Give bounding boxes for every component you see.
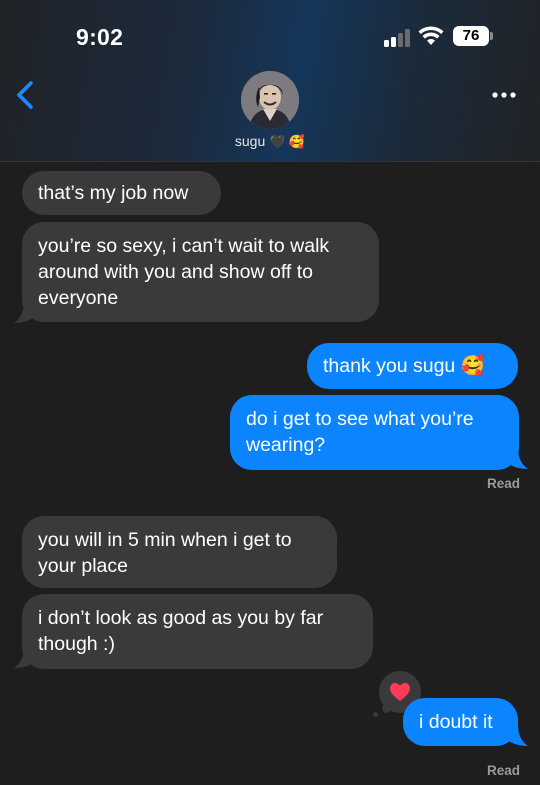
battery-cap	[490, 32, 493, 40]
avatar-photo-icon	[241, 71, 299, 129]
read-receipt: Read	[487, 476, 521, 491]
message-text: i don’t look as good as you by far thoug…	[38, 607, 324, 655]
bubble-tail-incoming	[14, 647, 38, 668]
bubble-tail-outgoing	[504, 725, 528, 746]
status-time: 9:02	[76, 24, 124, 50]
conversation-header: 9:02 76 sugu 🖤 🥰	[0, 0, 540, 162]
message-text: i doubt it	[419, 711, 493, 733]
message-bubble-incoming[interactable]: you’re so sexy, i can’t wait to walk aro…	[22, 222, 379, 322]
contact-name-text: sugu	[234, 133, 266, 149]
more-options-icon[interactable]	[490, 86, 518, 104]
bubble-tail-outgoing	[504, 448, 528, 469]
status-bar: 9:02 76	[0, 0, 540, 70]
message-text: thank you sugu 🥰	[323, 355, 485, 377]
message-text: you will in 5 min when i get to your pla…	[38, 529, 292, 577]
message-text: do i get to see what you’re wearing?	[246, 408, 474, 456]
bubble-tail-incoming	[14, 302, 38, 323]
contact-avatar[interactable]	[241, 71, 299, 129]
back-chevron-icon[interactable]	[14, 80, 36, 110]
message-bubble-incoming[interactable]: that’s my job now	[22, 171, 221, 215]
message-bubble-outgoing[interactable]: thank you sugu 🥰	[307, 343, 518, 389]
message-text: you’re so sexy, i can’t wait to walk aro…	[38, 235, 330, 309]
heart-icon	[390, 683, 410, 701]
message-bubble-outgoing[interactable]: do i get to see what you’re wearing?	[230, 395, 519, 470]
message-text: that’s my job now	[38, 182, 189, 204]
battery-indicator: 76	[453, 26, 489, 46]
read-receipt: Read	[487, 763, 521, 778]
contact-name[interactable]: sugu 🖤 🥰	[0, 133, 540, 150]
wifi-icon	[418, 26, 444, 45]
tapback-bubble-dot	[373, 712, 378, 717]
cellular-signal-icon	[384, 29, 412, 47]
message-bubble-incoming[interactable]: i don’t look as good as you by far thoug…	[22, 594, 373, 669]
message-bubble-incoming[interactable]: you will in 5 min when i get to your pla…	[22, 516, 337, 588]
contact-name-emojis: 🖤 🥰	[269, 134, 306, 149]
